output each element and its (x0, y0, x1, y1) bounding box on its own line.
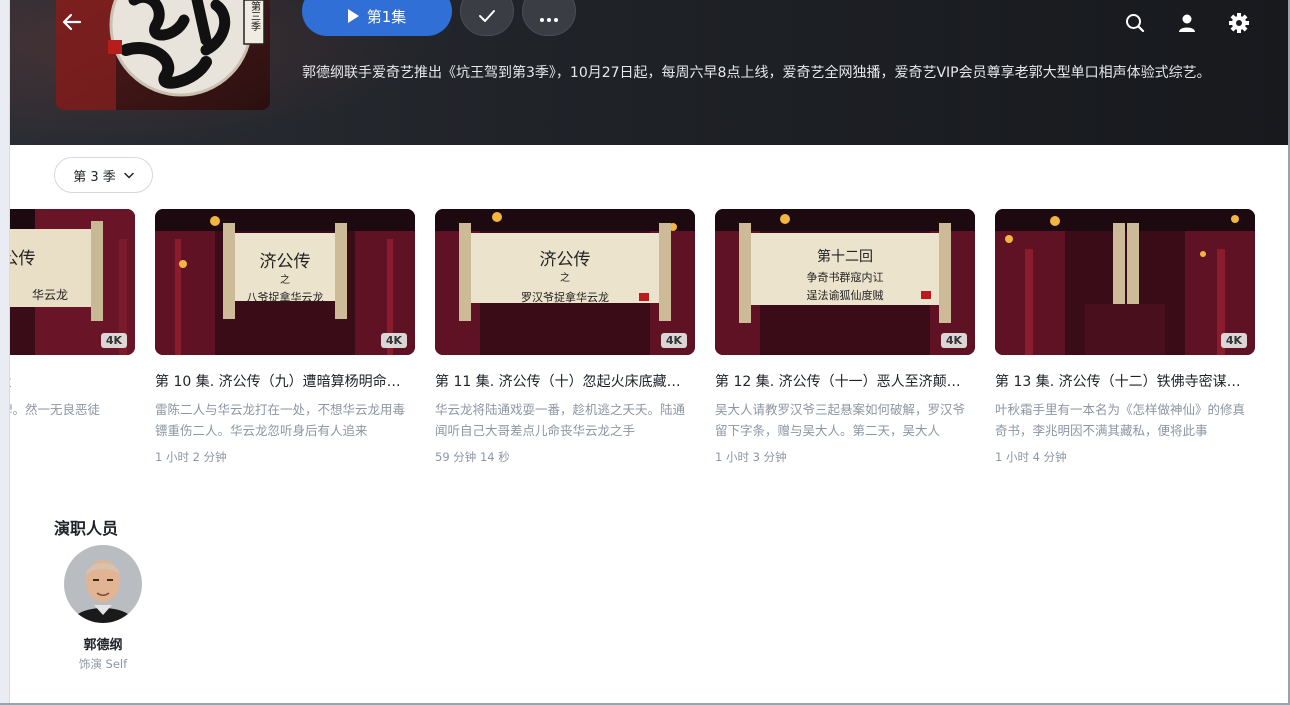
episode-description: 雷陈二人与华云龙打在一处，不想华云龙用毒镖重伤二人。华云龙忽听身后有人追来 (155, 402, 406, 438)
svg-text:济公传: 济公传 (260, 252, 311, 272)
episode-duration: 1 小时 4 分钟 (995, 450, 1067, 464)
svg-text:八爷捉拿华云龙: 八爷捉拿华云龙 (247, 290, 324, 304)
episode-card[interactable]: 第十二回 争奇书群寇内讧 逞法谕狐仙度贼 4K 第 12 集. 济公传（十一）恶… (715, 209, 975, 465)
left-edge (0, 0, 10, 705)
svg-text:济公传: 济公传 (540, 250, 591, 270)
episode-thumbnail: 济公传 华云龙 4K (10, 209, 135, 355)
resolution-badge: 4K (660, 333, 687, 348)
app-window: 第三季 第1集 郭德纲联手爱奇艺推出《坑王驾到第3季》，10月27日起，每周六早… (0, 0, 1290, 705)
play-icon (347, 9, 359, 23)
search-icon[interactable] (1124, 12, 1146, 34)
episode-description: 路街哭跪的少妇，竟丢牌。然一无良恶徒 (10, 402, 101, 417)
resolution-badge: 4K (1220, 333, 1247, 348)
cast-avatar[interactable] (64, 545, 142, 623)
resolution-badge: 4K (100, 333, 127, 348)
svg-text:逞法谕狐仙度贼: 逞法谕狐仙度贼 (807, 288, 884, 302)
episode-list: 济公传 华云龙 4K 敕善财招惹无良恶徒 路街哭跪的少妇，竟丢牌。然一无良恶徒 (10, 209, 1288, 469)
more-options-button[interactable] (522, 0, 576, 36)
svg-text:之: 之 (560, 271, 570, 284)
user-icon[interactable] (1176, 12, 1198, 34)
season-label: 第 3 季 (73, 169, 116, 185)
season-selector[interactable]: 第 3 季 (54, 157, 153, 193)
episode-title: 第 13 集. 济公传（十二）铁佛寺密谋盗奇书 (995, 374, 1253, 390)
episode-card[interactable]: 济公传 之 八爷捉拿华云龙 4K 第 10 集. 济公传（九）遭暗算杨明命悬一线… (155, 209, 415, 465)
svg-text:第三季: 第三季 (249, 0, 261, 32)
svg-text:华云龙: 华云龙 (32, 288, 68, 302)
episode-duration: 1 小时 2 分钟 (155, 450, 227, 464)
episode-card[interactable]: 4K 第 13 集. 济公传（十二）铁佛寺密谋盗奇书 叶秋霜手里有一本名为《怎样… (995, 209, 1255, 465)
episode-title: 第 10 集. 济公传（九）遭暗算杨明命悬一线 (155, 374, 413, 390)
back-arrow-icon[interactable] (60, 10, 84, 34)
mark-watched-button[interactable] (460, 0, 514, 36)
show-description: 郭德纲联手爱奇艺推出《坑王驾到第3季》，10月27日起，每周六早8点上线，爱奇艺… (302, 65, 1211, 81)
episode-duration: 1 小时 3 分钟 (715, 450, 787, 464)
svg-text:争奇书群寇内讧: 争奇书群寇内讧 (807, 270, 884, 284)
svg-text:罗汉爷捉拿华云龙: 罗汉爷捉拿华云龙 (521, 290, 609, 304)
episode-thumbnail: 4K (995, 209, 1255, 355)
episode-thumbnail: 第十二回 争奇书群寇内讧 逞法谕狐仙度贼 4K (715, 209, 975, 355)
episode-card[interactable]: 济公传 华云龙 4K 敕善财招惹无良恶徒 路街哭跪的少妇，竟丢牌。然一无良恶徒 (10, 209, 135, 441)
show-header: 第三季 第1集 郭德纲联手爱奇艺推出《坑王驾到第3季》，10月27日起，每周六早… (10, 0, 1288, 145)
episode-title: 敕善财招惹无良恶徒 (10, 371, 133, 391)
more-dots-icon (540, 18, 558, 22)
episode-title: 第 11 集. 济公传（十）忽起火床底藏贼人 (435, 374, 693, 390)
episode-thumbnail: 济公传 之 八爷捉拿华云龙 4K (155, 209, 415, 355)
show-poster: 第三季 (56, 0, 270, 110)
svg-text:之: 之 (280, 273, 290, 286)
episode-description: 吴大人请教罗汉爷三起悬案如何破解，罗汉爷留下字条，赠与吴大人。第二天，吴大人 (715, 402, 966, 438)
poster-art: 第三季 (56, 0, 270, 110)
episode-title: 第 12 集. 济公传（十一）恶人至济颠显神通 (715, 374, 973, 390)
play-button-label: 第1集 (366, 7, 407, 26)
episode-card[interactable]: 济公传 之 罗汉爷捉拿华云龙 4K 第 11 集. 济公传（十）忽起火床底藏贼人… (435, 209, 695, 465)
resolution-badge: 4K (380, 333, 407, 348)
chevron-down-icon (124, 172, 134, 179)
checkmark-icon (479, 10, 495, 22)
episode-duration: 59 分钟 14 秒 (435, 450, 510, 464)
episode-description: 华云龙将陆通戏耍一番，趁机逃之夭夭。陆通闻听自己大哥差点儿命丧华云龙之手 (435, 402, 686, 438)
episode-thumbnail: 济公传 之 罗汉爷捉拿华云龙 4K (435, 209, 695, 355)
svg-text:第十二回: 第十二回 (817, 248, 873, 265)
resolution-badge: 4K (940, 333, 967, 348)
episode-description: 叶秋霜手里有一本名为《怎样做神仙》的修真奇书，李兆明因不满其藏私，便将此事 (995, 402, 1246, 438)
svg-text:济公传: 济公传 (10, 249, 36, 269)
cast-section-title: 演职人员 (54, 519, 119, 538)
settings-gear-icon[interactable] (1228, 12, 1250, 34)
cast-member-role: 饰演 Self (78, 657, 128, 671)
play-episode-button[interactable]: 第1集 (302, 0, 452, 36)
cast-member-name[interactable]: 郭德纲 (64, 634, 142, 653)
